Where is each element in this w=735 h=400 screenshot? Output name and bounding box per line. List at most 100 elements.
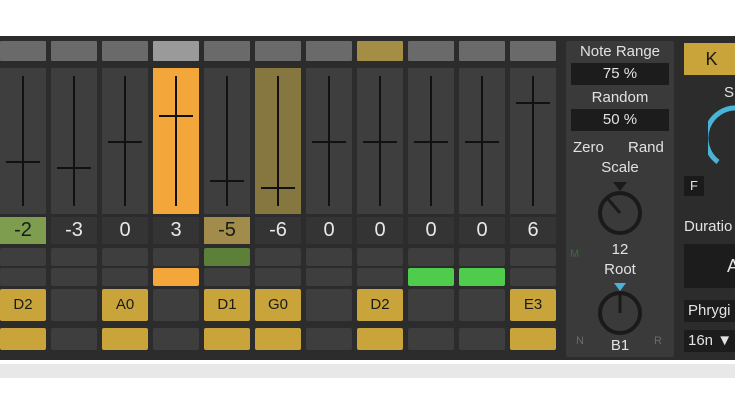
step-select-tab[interactable] — [102, 41, 148, 61]
note-range-field[interactable]: 75 % — [571, 63, 669, 85]
step-value[interactable]: -5 — [204, 217, 250, 244]
step-toggle-bottom[interactable] — [102, 328, 148, 350]
step-toggle-row2[interactable] — [459, 268, 505, 286]
step-toggle-bottom[interactable] — [459, 328, 505, 350]
step-toggle-row2[interactable] — [408, 268, 454, 286]
rate-dropdown[interactable]: 16n ▼ — [684, 330, 735, 352]
step-value[interactable]: -6 — [255, 217, 301, 244]
slider-handle[interactable] — [108, 141, 142, 143]
step-slider[interactable] — [408, 68, 454, 214]
step-toggle-bottom[interactable] — [153, 328, 199, 350]
step-select-tab[interactable] — [0, 41, 46, 61]
step-toggle-row2[interactable] — [102, 268, 148, 286]
step-toggle-row1[interactable] — [51, 248, 97, 266]
step-toggle-row1[interactable] — [255, 248, 301, 266]
f-button[interactable]: F — [684, 176, 704, 196]
step-slider[interactable] — [357, 68, 403, 214]
slider-handle[interactable] — [6, 160, 40, 163]
slider-handle[interactable] — [414, 141, 448, 143]
slider-handle[interactable] — [312, 141, 346, 143]
scale-knob[interactable] — [594, 179, 646, 237]
step-note[interactable]: G0 — [255, 289, 301, 321]
step-select-tab[interactable] — [357, 41, 403, 61]
step-note[interactable]: D2 — [0, 289, 46, 321]
step-toggle-row1[interactable] — [0, 248, 46, 266]
step-toggle-row2[interactable] — [357, 268, 403, 286]
step-toggle-row1[interactable] — [102, 248, 148, 266]
step-note[interactable] — [51, 289, 97, 321]
step-note[interactable] — [153, 289, 199, 321]
slider-handle[interactable] — [159, 115, 193, 117]
root-knob[interactable] — [594, 281, 646, 337]
step-toggle-row2[interactable] — [306, 268, 352, 286]
step-slider[interactable] — [102, 68, 148, 214]
slider-handle[interactable] — [363, 141, 397, 143]
step-value[interactable]: -3 — [51, 217, 97, 244]
step-slider[interactable] — [0, 68, 46, 214]
step-select-tab[interactable] — [153, 41, 199, 61]
step-toggle-bottom[interactable] — [0, 328, 46, 350]
mode-dropdown[interactable]: Phrygi — [684, 300, 735, 322]
step-slider[interactable] — [459, 68, 505, 214]
a-field[interactable]: A — [684, 244, 735, 288]
step-toggle-row2[interactable] — [510, 268, 556, 286]
step-toggle-row1[interactable] — [204, 248, 250, 266]
step-value[interactable]: 0 — [459, 217, 505, 244]
step-toggle-bottom[interactable] — [357, 328, 403, 350]
step-toggle-bottom[interactable] — [306, 328, 352, 350]
slider-handle[interactable] — [261, 186, 295, 189]
step-toggle-row2[interactable] — [255, 268, 301, 286]
step-select-tab[interactable] — [51, 41, 97, 61]
step-value[interactable]: 3 — [153, 217, 199, 244]
step-select-tab[interactable] — [255, 41, 301, 61]
step-select-tab[interactable] — [510, 41, 556, 61]
step-toggle-row2[interactable] — [153, 268, 199, 286]
step-slider[interactable] — [255, 68, 301, 214]
step-toggle-bottom[interactable] — [255, 328, 301, 350]
step-toggle-row2[interactable] — [51, 268, 97, 286]
step-value[interactable]: 0 — [408, 217, 454, 244]
step-toggle-bottom[interactable] — [51, 328, 97, 350]
step-note[interactable] — [459, 289, 505, 321]
step-slider[interactable] — [153, 68, 199, 214]
step-toggle-row1[interactable] — [408, 248, 454, 266]
step-toggle-bottom[interactable] — [408, 328, 454, 350]
step-note[interactable]: A0 — [102, 289, 148, 321]
top-right-button[interactable]: K — [684, 43, 735, 75]
step-value[interactable]: 0 — [306, 217, 352, 244]
slider-handle[interactable] — [210, 180, 244, 182]
step-select-tab[interactable] — [306, 41, 352, 61]
s-label: S — [724, 84, 735, 101]
random-field[interactable]: 50 % — [571, 109, 669, 131]
step-select-tab[interactable] — [408, 41, 454, 61]
slider-handle[interactable] — [465, 141, 499, 143]
step-select-tab[interactable] — [459, 41, 505, 61]
step-value[interactable]: 0 — [102, 217, 148, 244]
step-slider[interactable] — [306, 68, 352, 214]
step-note[interactable] — [306, 289, 352, 321]
step-toggle-row1[interactable] — [357, 248, 403, 266]
step-toggle-row1[interactable] — [510, 248, 556, 266]
step-toggle-row1[interactable] — [459, 248, 505, 266]
step-note[interactable]: D1 — [204, 289, 250, 321]
step-toggle-row2[interactable] — [0, 268, 46, 286]
step-select-tab[interactable] — [204, 41, 250, 61]
step-value[interactable]: -2 — [0, 217, 46, 244]
step-toggle-row1[interactable] — [306, 248, 352, 266]
step-slider[interactable] — [510, 68, 556, 214]
step-value[interactable]: 6 — [510, 217, 556, 244]
step-toggle-row1[interactable] — [153, 248, 199, 266]
step-toggle-bottom[interactable] — [510, 328, 556, 350]
step-note[interactable]: D2 — [357, 289, 403, 321]
step-toggle-row2[interactable] — [204, 268, 250, 286]
step-toggle-bottom[interactable] — [204, 328, 250, 350]
slider-handle[interactable] — [57, 167, 91, 169]
slider-handle[interactable] — [516, 102, 550, 104]
step-column: 0 — [408, 36, 454, 360]
step-note[interactable] — [408, 289, 454, 321]
s-knob[interactable] — [708, 104, 735, 174]
step-note[interactable]: E3 — [510, 289, 556, 321]
step-value[interactable]: 0 — [357, 217, 403, 244]
step-slider[interactable] — [204, 68, 250, 214]
step-slider[interactable] — [51, 68, 97, 214]
